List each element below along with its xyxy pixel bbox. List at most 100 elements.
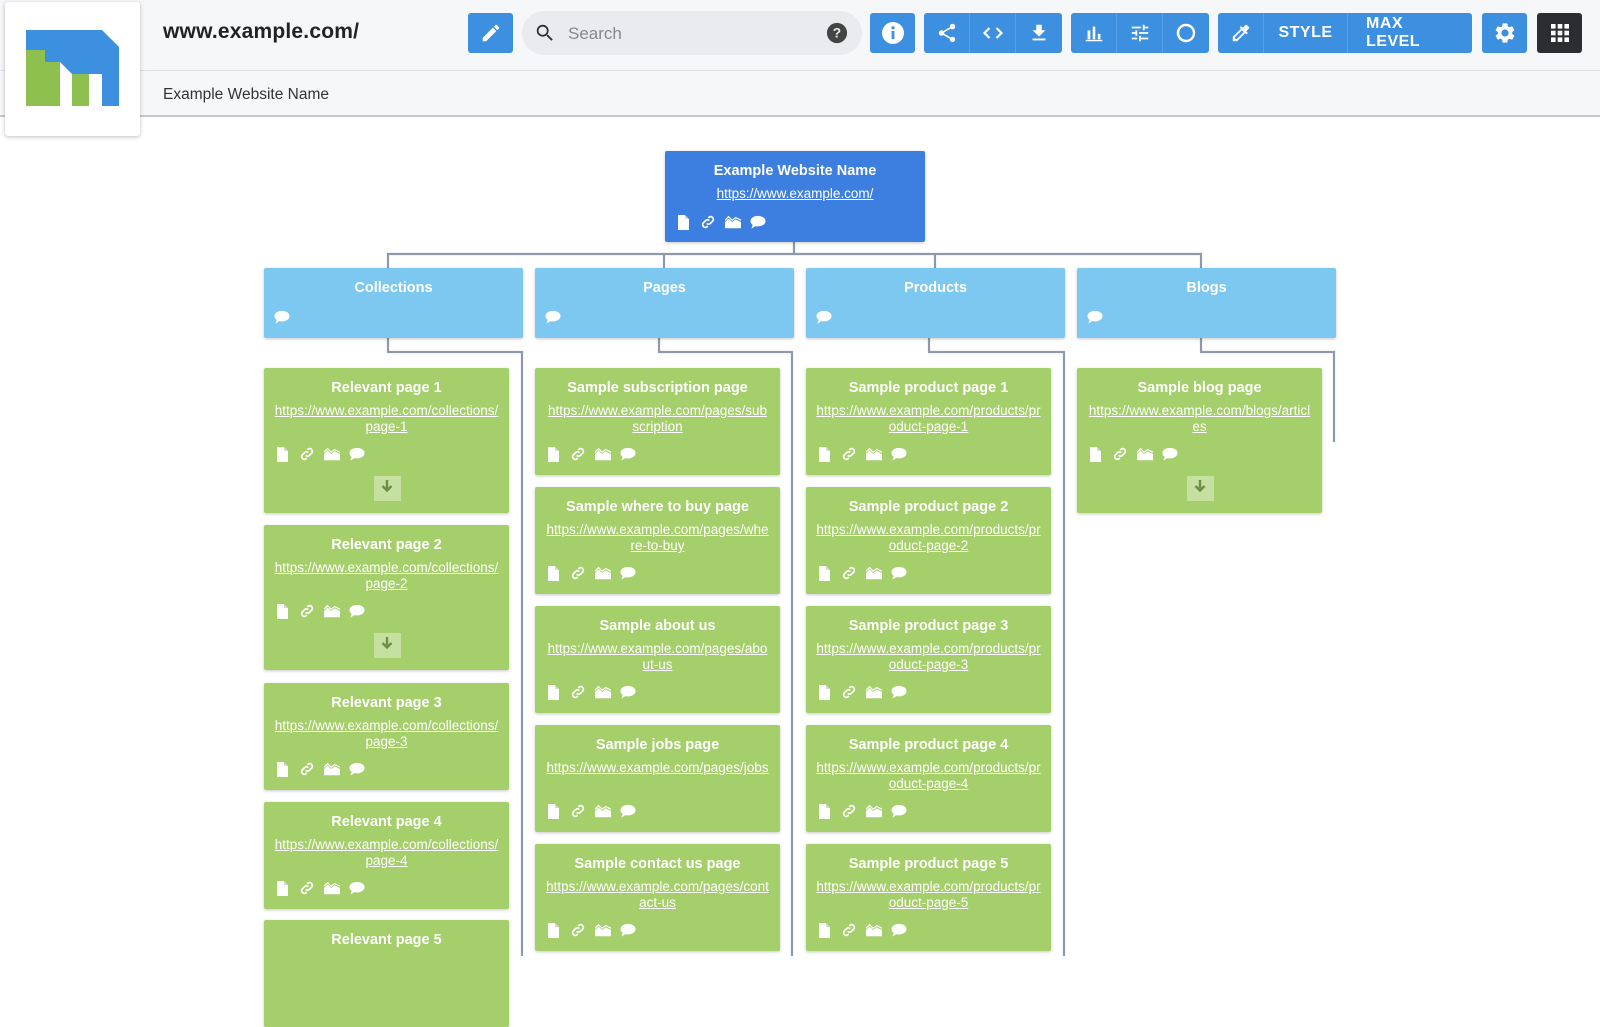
expand-children-button[interactable] bbox=[373, 633, 401, 658]
analytics-icon[interactable] bbox=[595, 565, 611, 581]
page-url-link[interactable]: https://www.example.com/collections/page… bbox=[264, 560, 509, 592]
expand-children-button[interactable] bbox=[1186, 476, 1214, 501]
analytics-icon[interactable] bbox=[595, 922, 611, 938]
link-icon[interactable] bbox=[1112, 446, 1128, 462]
link-icon[interactable] bbox=[299, 761, 315, 777]
comment-icon[interactable] bbox=[1087, 309, 1103, 325]
app-logo[interactable] bbox=[5, 2, 140, 136]
analytics-icon[interactable] bbox=[324, 880, 340, 896]
analytics-icon[interactable] bbox=[866, 803, 882, 819]
comment-icon[interactable] bbox=[891, 803, 907, 819]
page-node[interactable]: Sample product page 5 https://www.example… bbox=[806, 844, 1051, 951]
document-icon[interactable] bbox=[545, 446, 561, 462]
link-icon[interactable] bbox=[700, 214, 716, 230]
page-node[interactable]: Sample product page 2 https://www.example… bbox=[806, 487, 1051, 594]
page-node[interactable]: Sample product page 1 https://www.example… bbox=[806, 368, 1051, 475]
document-icon[interactable] bbox=[1087, 446, 1103, 462]
page-node[interactable]: Sample contact us page https://www.exampl… bbox=[535, 844, 780, 951]
comment-icon[interactable] bbox=[620, 565, 636, 581]
link-icon[interactable] bbox=[299, 446, 315, 462]
page-node[interactable]: Sample product page 4 https://www.example… bbox=[806, 725, 1051, 832]
link-icon[interactable] bbox=[570, 565, 586, 581]
page-url-link[interactable]: https://www.example.com/blogs/articles bbox=[1077, 403, 1322, 435]
link-icon[interactable] bbox=[570, 803, 586, 819]
document-icon[interactable] bbox=[816, 446, 832, 462]
comment-icon[interactable] bbox=[891, 922, 907, 938]
comment-icon[interactable] bbox=[816, 309, 832, 325]
link-icon[interactable] bbox=[841, 565, 857, 581]
comment-icon[interactable] bbox=[620, 446, 636, 462]
link-icon[interactable] bbox=[570, 922, 586, 938]
document-icon[interactable] bbox=[274, 603, 290, 619]
comment-icon[interactable] bbox=[620, 922, 636, 938]
comment-icon[interactable] bbox=[349, 603, 365, 619]
page-url-link[interactable]: https://www.example.com/products/product… bbox=[806, 522, 1051, 554]
document-icon[interactable] bbox=[545, 922, 561, 938]
page-node[interactable]: Relevant page 3 https://www.example.com/c… bbox=[264, 683, 509, 790]
comment-icon[interactable] bbox=[891, 684, 907, 700]
page-node[interactable]: Relevant page 4 https://www.example.com/c… bbox=[264, 802, 509, 909]
comment-icon[interactable] bbox=[545, 309, 561, 325]
analytics-icon[interactable] bbox=[1137, 446, 1153, 462]
document-icon[interactable] bbox=[545, 684, 561, 700]
comment-icon[interactable] bbox=[274, 309, 290, 325]
link-icon[interactable] bbox=[299, 603, 315, 619]
category-node-collections[interactable]: Collections bbox=[264, 268, 523, 338]
link-icon[interactable] bbox=[299, 880, 315, 896]
analytics-icon[interactable] bbox=[595, 803, 611, 819]
root-node[interactable]: Example Website Name https://www.example.… bbox=[665, 151, 925, 242]
analytics-icon[interactable] bbox=[324, 446, 340, 462]
link-icon[interactable] bbox=[841, 803, 857, 819]
document-icon[interactable] bbox=[545, 803, 561, 819]
link-icon[interactable] bbox=[841, 922, 857, 938]
page-node[interactable]: Sample where to buy page https://www.exam… bbox=[535, 487, 780, 594]
comment-icon[interactable] bbox=[349, 880, 365, 896]
document-icon[interactable] bbox=[816, 684, 832, 700]
analytics-icon[interactable] bbox=[866, 565, 882, 581]
link-icon[interactable] bbox=[570, 684, 586, 700]
page-url-link[interactable]: https://www.example.com/pages/contact-us bbox=[535, 879, 780, 911]
analytics-icon[interactable] bbox=[866, 446, 882, 462]
category-node-products[interactable]: Products bbox=[806, 268, 1065, 338]
page-node[interactable]: Sample subscription page https://www.exam… bbox=[535, 368, 780, 475]
analytics-icon[interactable] bbox=[324, 603, 340, 619]
document-icon[interactable] bbox=[274, 761, 290, 777]
analytics-icon[interactable] bbox=[866, 922, 882, 938]
page-node[interactable]: Relevant page 5 bbox=[264, 920, 509, 1027]
comment-icon[interactable] bbox=[349, 446, 365, 462]
link-icon[interactable] bbox=[841, 446, 857, 462]
document-icon[interactable] bbox=[816, 922, 832, 938]
category-node-pages[interactable]: Pages bbox=[535, 268, 794, 338]
analytics-icon[interactable] bbox=[595, 446, 611, 462]
page-url-link[interactable]: https://www.example.com/collections/page… bbox=[264, 403, 509, 435]
page-node[interactable]: Relevant page 2 https://www.example.com/c… bbox=[264, 525, 509, 670]
document-icon[interactable] bbox=[545, 565, 561, 581]
page-node[interactable]: Sample blog page https://www.example.com/… bbox=[1077, 368, 1322, 513]
page-node[interactable]: Sample jobs page https://www.example.com/… bbox=[535, 725, 780, 832]
comment-icon[interactable] bbox=[891, 565, 907, 581]
category-node-blogs[interactable]: Blogs bbox=[1077, 268, 1336, 338]
page-url-link[interactable]: https://www.example.com/products/product… bbox=[806, 760, 1051, 792]
comment-icon[interactable] bbox=[620, 803, 636, 819]
page-url-link[interactable]: https://www.example.com/products/product… bbox=[806, 879, 1051, 911]
comment-icon[interactable] bbox=[620, 684, 636, 700]
analytics-icon[interactable] bbox=[324, 761, 340, 777]
page-url-link[interactable]: https://www.example.com/pages/subscripti… bbox=[535, 403, 780, 435]
node-url-link[interactable]: https://www.example.com/ bbox=[665, 186, 925, 202]
page-url-link[interactable]: https://www.example.com/pages/jobs bbox=[535, 760, 780, 776]
document-icon[interactable] bbox=[816, 565, 832, 581]
page-node[interactable]: Relevant page 1 https://www.example.com/c… bbox=[264, 368, 509, 513]
comment-icon[interactable] bbox=[891, 446, 907, 462]
comment-icon[interactable] bbox=[750, 214, 766, 230]
document-icon[interactable] bbox=[675, 214, 691, 230]
document-icon[interactable] bbox=[274, 880, 290, 896]
analytics-icon[interactable] bbox=[866, 684, 882, 700]
analytics-icon[interactable] bbox=[595, 684, 611, 700]
page-url-link[interactable]: https://www.example.com/products/product… bbox=[806, 403, 1051, 435]
page-node[interactable]: Sample product page 3 https://www.example… bbox=[806, 606, 1051, 713]
document-icon[interactable] bbox=[274, 446, 290, 462]
expand-children-button[interactable] bbox=[373, 476, 401, 501]
page-url-link[interactable]: https://www.example.com/collections/page… bbox=[264, 718, 509, 750]
page-url-link[interactable]: https://www.example.com/collections/page… bbox=[264, 837, 509, 869]
page-url-link[interactable]: https://www.example.com/pages/where-to-b… bbox=[535, 522, 780, 554]
